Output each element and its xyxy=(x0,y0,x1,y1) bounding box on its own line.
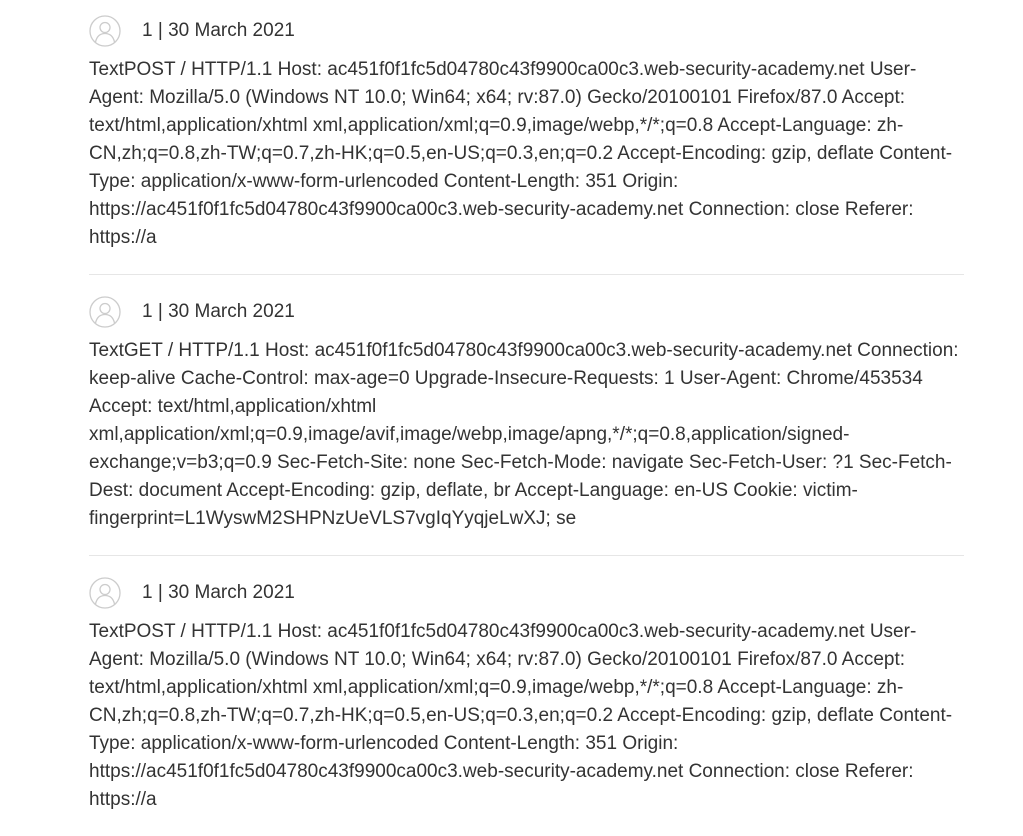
comment-meta: 1 | 30 March 2021 xyxy=(142,301,295,323)
comment-meta: 1 | 30 March 2021 xyxy=(142,582,295,604)
comment: 1 | 30 March 2021 TextPOST / HTTP/1.1 Ho… xyxy=(89,576,964,836)
comment-date: 30 March 2021 xyxy=(168,301,295,322)
comment-body: TextGET / HTTP/1.1 Host: ac451f0f1fc5d04… xyxy=(89,340,959,529)
comment-header: 1 | 30 March 2021 xyxy=(89,14,964,48)
comment: 1 | 30 March 2021 TextPOST / HTTP/1.1 Ho… xyxy=(89,14,964,275)
comment-body: TextPOST / HTTP/1.1 Host: ac451f0f1fc5d0… xyxy=(89,59,953,248)
comment-header: 1 | 30 March 2021 xyxy=(89,295,964,329)
comment-meta: 1 | 30 March 2021 xyxy=(142,20,295,42)
meta-separator: | xyxy=(152,20,169,41)
comment: 1 | 30 March 2021 TextGET / HTTP/1.1 Hos… xyxy=(89,295,964,556)
user-avatar-icon xyxy=(89,15,121,47)
comment-header: 1 | 30 March 2021 xyxy=(89,576,964,610)
comment-date: 30 March 2021 xyxy=(168,582,295,603)
comment-author: 1 xyxy=(142,301,153,322)
comment-author: 1 xyxy=(142,582,153,603)
comment-date: 30 March 2021 xyxy=(168,20,295,41)
comment-list: 1 | 30 March 2021 TextPOST / HTTP/1.1 Ho… xyxy=(89,14,964,836)
meta-separator: | xyxy=(152,301,169,322)
user-avatar-icon xyxy=(89,296,121,328)
comment-author: 1 xyxy=(142,20,153,41)
meta-separator: | xyxy=(152,582,169,603)
user-avatar-icon xyxy=(89,577,121,609)
comment-body: TextPOST / HTTP/1.1 Host: ac451f0f1fc5d0… xyxy=(89,621,953,810)
